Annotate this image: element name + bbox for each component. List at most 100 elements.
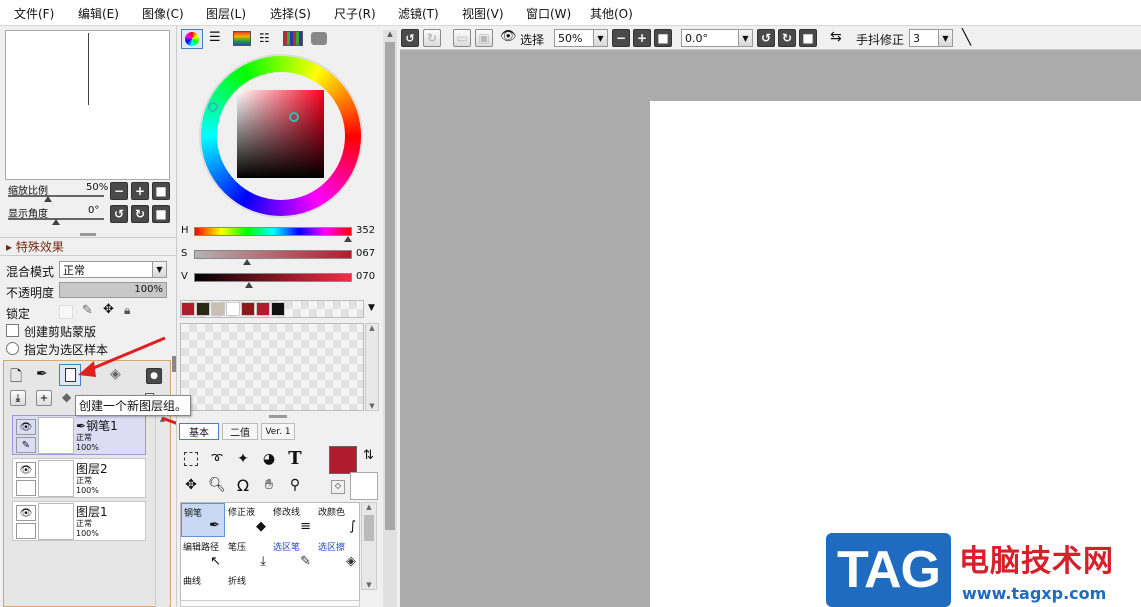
zoom-select-value: 50% [558, 31, 583, 45]
brush-selection-pen[interactable]: 选区笔 ✎ [271, 538, 315, 572]
move-icon: ✥ [185, 477, 197, 493]
eyedropper-tool[interactable]: ⚲ [284, 474, 306, 496]
brush-edit-path[interactable]: 编辑路径 ↖ [181, 538, 225, 572]
menu-view[interactable]: 视图(V) [462, 5, 504, 22]
menu-select[interactable]: 选择(S) [270, 5, 311, 22]
s-slider[interactable] [194, 250, 352, 259]
canvas-toolbar: ↺ ↻ ▭ ▣ 👁︎ 选择 50% ▼ − + ■ 0.0° ▼ ↺ ↻ ■ ⇆ 手… [400, 26, 1141, 50]
magic-wand-tool[interactable]: ✦ [232, 448, 254, 470]
rotate-tool[interactable]: Ω [232, 474, 254, 496]
brush-scrollbar[interactable]: ▲ ▼ [361, 502, 377, 590]
tab-binary[interactable]: 二值 [222, 423, 258, 440]
toolbar-zoom-out-button[interactable]: − [612, 29, 630, 47]
transparent-color-icon[interactable]: ◇ [331, 480, 345, 494]
color-select-tool[interactable]: ◕ [258, 448, 280, 470]
s-slider-thumb[interactable] [242, 259, 251, 265]
magic-wand-icon: ✦ [237, 451, 249, 467]
hue-cursor[interactable] [208, 102, 218, 112]
watermark-logo: TAG [826, 533, 951, 607]
toolbar-rotate-right-button[interactable]: ↻ [778, 29, 796, 47]
sv-cursor[interactable] [289, 112, 299, 122]
menu-image[interactable]: 图像(C) [142, 5, 184, 22]
menu-layer[interactable]: 图层(L) [206, 5, 246, 22]
scroll-down-icon[interactable]: ▼ [362, 581, 376, 589]
brush-recolor[interactable]: 改颜色 ∫ [316, 503, 360, 537]
scroll-up-icon[interactable]: ▲ [366, 324, 378, 332]
hand-tool[interactable]: ✋︎ [258, 474, 280, 496]
zoom-select[interactable]: 50% ▼ [554, 29, 608, 47]
menu-other[interactable]: 其他(O) [590, 5, 633, 22]
scroll-thumb[interactable] [385, 42, 395, 530]
canvas-page[interactable] [650, 101, 1141, 607]
brush-edit-line[interactable]: 修改线 ≡ [271, 503, 315, 537]
menu-ruler[interactable]: 尺子(R) [334, 5, 376, 22]
annotation-arrows [78, 336, 176, 425]
deselect-button[interactable]: ▭ [453, 29, 471, 47]
scroll-thumb[interactable] [364, 515, 374, 541]
color-swatch[interactable] [211, 302, 225, 316]
color-swatch[interactable] [181, 302, 195, 316]
eye-icon[interactable]: 👁︎ [500, 29, 517, 44]
rect-select-tool[interactable] [180, 448, 202, 470]
brush-label: 修改线 [273, 508, 301, 518]
eyedropper-icon: ⚲ [289, 477, 301, 493]
shapes-icon: ◕ [262, 451, 276, 467]
flip-icon[interactable]: ⇆ [830, 29, 842, 45]
invert-selection-button[interactable]: ▣ [475, 29, 493, 47]
toolbar-rotate-reset-button[interactable]: ■ [799, 29, 817, 47]
h-value: 352 [356, 225, 376, 236]
color-swatch[interactable] [271, 302, 285, 316]
hsv-slider-tab-icon[interactable] [233, 31, 251, 46]
color-swatch[interactable] [256, 302, 270, 316]
straight-line-icon[interactable]: ╲ [962, 28, 971, 46]
foreground-color[interactable] [329, 446, 357, 474]
sv-square[interactable] [237, 90, 324, 178]
menu-window[interactable]: 窗口(W) [526, 5, 571, 22]
zoom-tool[interactable]: 🔍︎ [206, 474, 228, 496]
h-slider[interactable] [194, 227, 352, 236]
scratchpad[interactable] [180, 323, 364, 411]
menu-filter[interactable]: 滤镜(T) [398, 5, 439, 22]
tab-ver1[interactable]: Ver. 1 [261, 423, 295, 440]
swatch-list-tab-icon[interactable]: ☷ [259, 32, 277, 46]
scroll-down-icon[interactable]: ▼ [366, 402, 378, 410]
background-color[interactable] [350, 472, 378, 500]
tab-basic[interactable]: 基本 [179, 423, 219, 440]
redo-button[interactable]: ↻ [423, 29, 441, 47]
toolbar-zoom-reset-button[interactable]: ■ [654, 29, 672, 47]
panel-vscroll[interactable]: ▲ [383, 30, 397, 607]
scratchpad-tab-icon[interactable] [311, 32, 327, 45]
color-swatch[interactable] [241, 302, 255, 316]
brush-pen[interactable]: 钢笔 ✒︎ [181, 503, 225, 537]
color-wheel-tab[interactable] [181, 29, 203, 49]
v-slider-thumb[interactable] [245, 282, 254, 288]
palette-tab-icon[interactable] [283, 31, 303, 46]
splitter-grip[interactable] [269, 415, 287, 418]
lasso-tool[interactable]: ➰︎ [206, 448, 228, 470]
menu-edit[interactable]: 编辑(E) [78, 5, 119, 22]
v-value: 070 [356, 271, 376, 282]
swap-colors-icon[interactable]: ⇅ [363, 448, 374, 463]
h-slider-thumb[interactable] [344, 236, 353, 242]
undo-button[interactable]: ↺ [401, 29, 419, 47]
text-tool[interactable]: T [284, 447, 306, 469]
move-tool[interactable]: ✥ [180, 474, 202, 496]
toolbar-rotate-left-button[interactable]: ↺ [757, 29, 775, 47]
toolbar-zoom-in-button[interactable]: + [633, 29, 651, 47]
rgb-slider-tab-icon[interactable]: ☰ [209, 31, 227, 46]
scroll-up-icon[interactable]: ▲ [383, 30, 397, 38]
brush-selection-eraser[interactable]: 选区擦 ◈ [316, 538, 360, 572]
angle-select[interactable]: 0.0° ▼ [681, 29, 753, 47]
canvas-area[interactable] [400, 50, 1141, 607]
brush-correction[interactable]: 修正液 ◆ [226, 503, 270, 537]
menu-file[interactable]: 文件(F) [14, 5, 54, 22]
stabilizer-select[interactable]: 3 ▼ [909, 29, 953, 47]
color-swatch[interactable] [226, 302, 240, 316]
swatch-menu-icon[interactable]: ▼ [368, 303, 375, 313]
brush-pressure[interactable]: 笔压 ⤓ [226, 538, 270, 572]
v-slider[interactable] [194, 273, 352, 282]
color-swatch[interactable] [196, 302, 210, 316]
scratchpad-scrollbar[interactable]: ▲ ▼ [365, 323, 379, 411]
scroll-up-icon[interactable]: ▲ [362, 503, 376, 511]
brush-label: 修正液 [228, 508, 256, 518]
